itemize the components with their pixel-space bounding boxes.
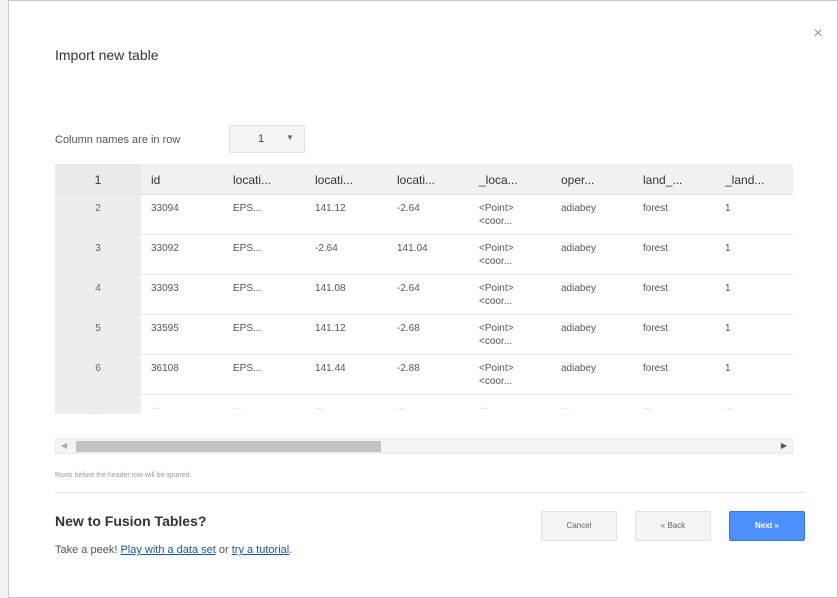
ellipsis-cell: ... — [315, 400, 324, 412]
ellipsis-cell: ... — [397, 400, 406, 412]
table-cell: EPS... — [233, 282, 262, 294]
tutorial-link[interactable]: try a tutorial — [232, 544, 289, 556]
table-row: 6 36108 EPS... 141.44 -2.88 <Point> <coor... a… — [55, 354, 793, 394]
table-cell: <Point> <coor... — [479, 282, 514, 307]
table-cell: 141.12 — [315, 322, 346, 334]
table-cell: 141.44 — [315, 362, 346, 374]
divider — [55, 492, 805, 493]
table-cell: adiabey — [561, 362, 597, 374]
header-row-select[interactable]: 1 ▼ — [229, 125, 305, 153]
table-cell: 141.04 — [397, 242, 428, 254]
column-header: id — [141, 164, 223, 195]
table-row: 4 33093 EPS... 141.08 -2.64 <Point> <coor... a… — [55, 274, 793, 314]
import-table-dialog: × Import new table Column names are in r… — [8, 0, 838, 598]
table-cell: 1 — [725, 322, 731, 334]
table-cell: 141.12 — [315, 202, 346, 214]
header-row-label: Column names are in row — [55, 134, 181, 146]
table-cell: adiabey — [561, 202, 597, 214]
table-cell: 33093 — [151, 282, 179, 294]
row-number: 6 — [55, 354, 141, 394]
ellipsis-cell: ... — [151, 400, 160, 412]
table-cell: EPS... — [233, 362, 262, 374]
header-row-value: 1 — [258, 133, 265, 145]
table-cell: adiabey — [561, 242, 597, 254]
table-cell: adiabey — [561, 322, 597, 334]
header-row-note: Rows before the header row will be ignor… — [55, 472, 192, 479]
table-cell: -2.64 — [397, 282, 420, 294]
next-button[interactable]: Next » — [729, 511, 805, 541]
back-button[interactable]: « Back — [635, 511, 711, 541]
ellipsis-cell: ... — [725, 400, 734, 412]
table-cell: -2.64 — [397, 202, 420, 214]
table-header-row: 1 id locati... locati... locati... _loca... op… — [55, 164, 793, 195]
peek-text: Take a peek! Play with a data set or try… — [55, 544, 292, 556]
table-cell: 1 — [725, 242, 731, 254]
column-header: oper... — [551, 164, 633, 195]
column-header: land_... — [633, 164, 715, 195]
scroll-left-icon[interactable]: ◀ — [61, 441, 67, 450]
ellipsis-cell: ... — [479, 400, 488, 412]
row-number: 3 — [55, 234, 141, 274]
column-header: _loca... — [469, 164, 551, 195]
caret-down-icon: ▼ — [286, 133, 294, 142]
table-cell: 36108 — [151, 362, 179, 374]
table-cell: adiabey — [561, 282, 597, 294]
new-to-heading: New to Fusion Tables? — [55, 513, 207, 529]
table-cell: -2.64 — [315, 242, 338, 254]
column-header: locati... — [387, 164, 469, 195]
table-row: 5 33595 EPS... 141.12 -2.68 <Point> <coor... a… — [55, 314, 793, 354]
row-number: 2 — [55, 194, 141, 234]
table-cell: 1 — [725, 202, 731, 214]
table-cell: -2.88 — [397, 362, 420, 374]
close-icon[interactable]: × — [811, 26, 825, 42]
peek-or: or — [215, 544, 232, 556]
play-dataset-link[interactable]: Play with a data set — [120, 544, 215, 556]
table-cell: 33595 — [151, 322, 179, 334]
table-cell: forest — [643, 362, 669, 374]
table-cell: 141.08 — [315, 282, 346, 294]
table-cell: <Point> <coor... — [479, 362, 514, 387]
table-cell: <Point> <coor... — [479, 322, 514, 347]
peek-prefix: Take a peek! — [55, 544, 121, 556]
column-header: locati... — [305, 164, 387, 195]
ellipsis-cell: ... — [643, 400, 652, 412]
table-row: 3 33092 EPS... -2.64 141.04 <Point> <coor... a… — [55, 234, 793, 274]
peek-suffix: . — [289, 544, 293, 556]
table-cell: forest — [643, 322, 669, 334]
scroll-right-icon[interactable]: ▶ — [781, 441, 787, 450]
row-number-header: 1 — [55, 164, 141, 195]
ellipsis-cell: ... — [55, 394, 141, 414]
table-cell: 33092 — [151, 242, 179, 254]
dialog-title: Import new table — [55, 47, 159, 63]
scrollbar-thumb[interactable] — [76, 441, 381, 452]
horizontal-scrollbar[interactable]: ◀ ▶ — [55, 438, 793, 454]
ellipsis-cell: ... — [561, 400, 570, 412]
table-cell: EPS... — [233, 202, 262, 214]
table-cell: forest — [643, 242, 669, 254]
table-cell: <Point> <coor... — [479, 202, 514, 227]
table-cell: EPS... — [233, 322, 262, 334]
table-cell: forest — [643, 202, 669, 214]
column-header: _land... — [715, 164, 793, 195]
table-cell: forest — [643, 282, 669, 294]
table-cell: 1 — [725, 282, 731, 294]
table-body: 2 33094 EPS... 141.12 -2.64 <Point> <coor... a… — [55, 194, 793, 414]
ellipsis-row: ........................... — [55, 394, 793, 414]
row-number: 5 — [55, 314, 141, 354]
table-cell: <Point> <coor... — [479, 242, 514, 267]
table-cell: 1 — [725, 362, 731, 374]
table-row: 2 33094 EPS... 141.12 -2.64 <Point> <coor... a… — [55, 194, 793, 234]
column-header: locati... — [223, 164, 305, 195]
cancel-button[interactable]: Cancel — [541, 511, 617, 541]
table-cell: -2.68 — [397, 322, 420, 334]
row-number: 4 — [55, 274, 141, 314]
table-cell: 33094 — [151, 202, 179, 214]
ellipsis-cell: ... — [233, 400, 242, 412]
table-cell: EPS... — [233, 242, 262, 254]
preview-table: 1 id locati... locati... locati... _loca... op… — [55, 164, 793, 424]
